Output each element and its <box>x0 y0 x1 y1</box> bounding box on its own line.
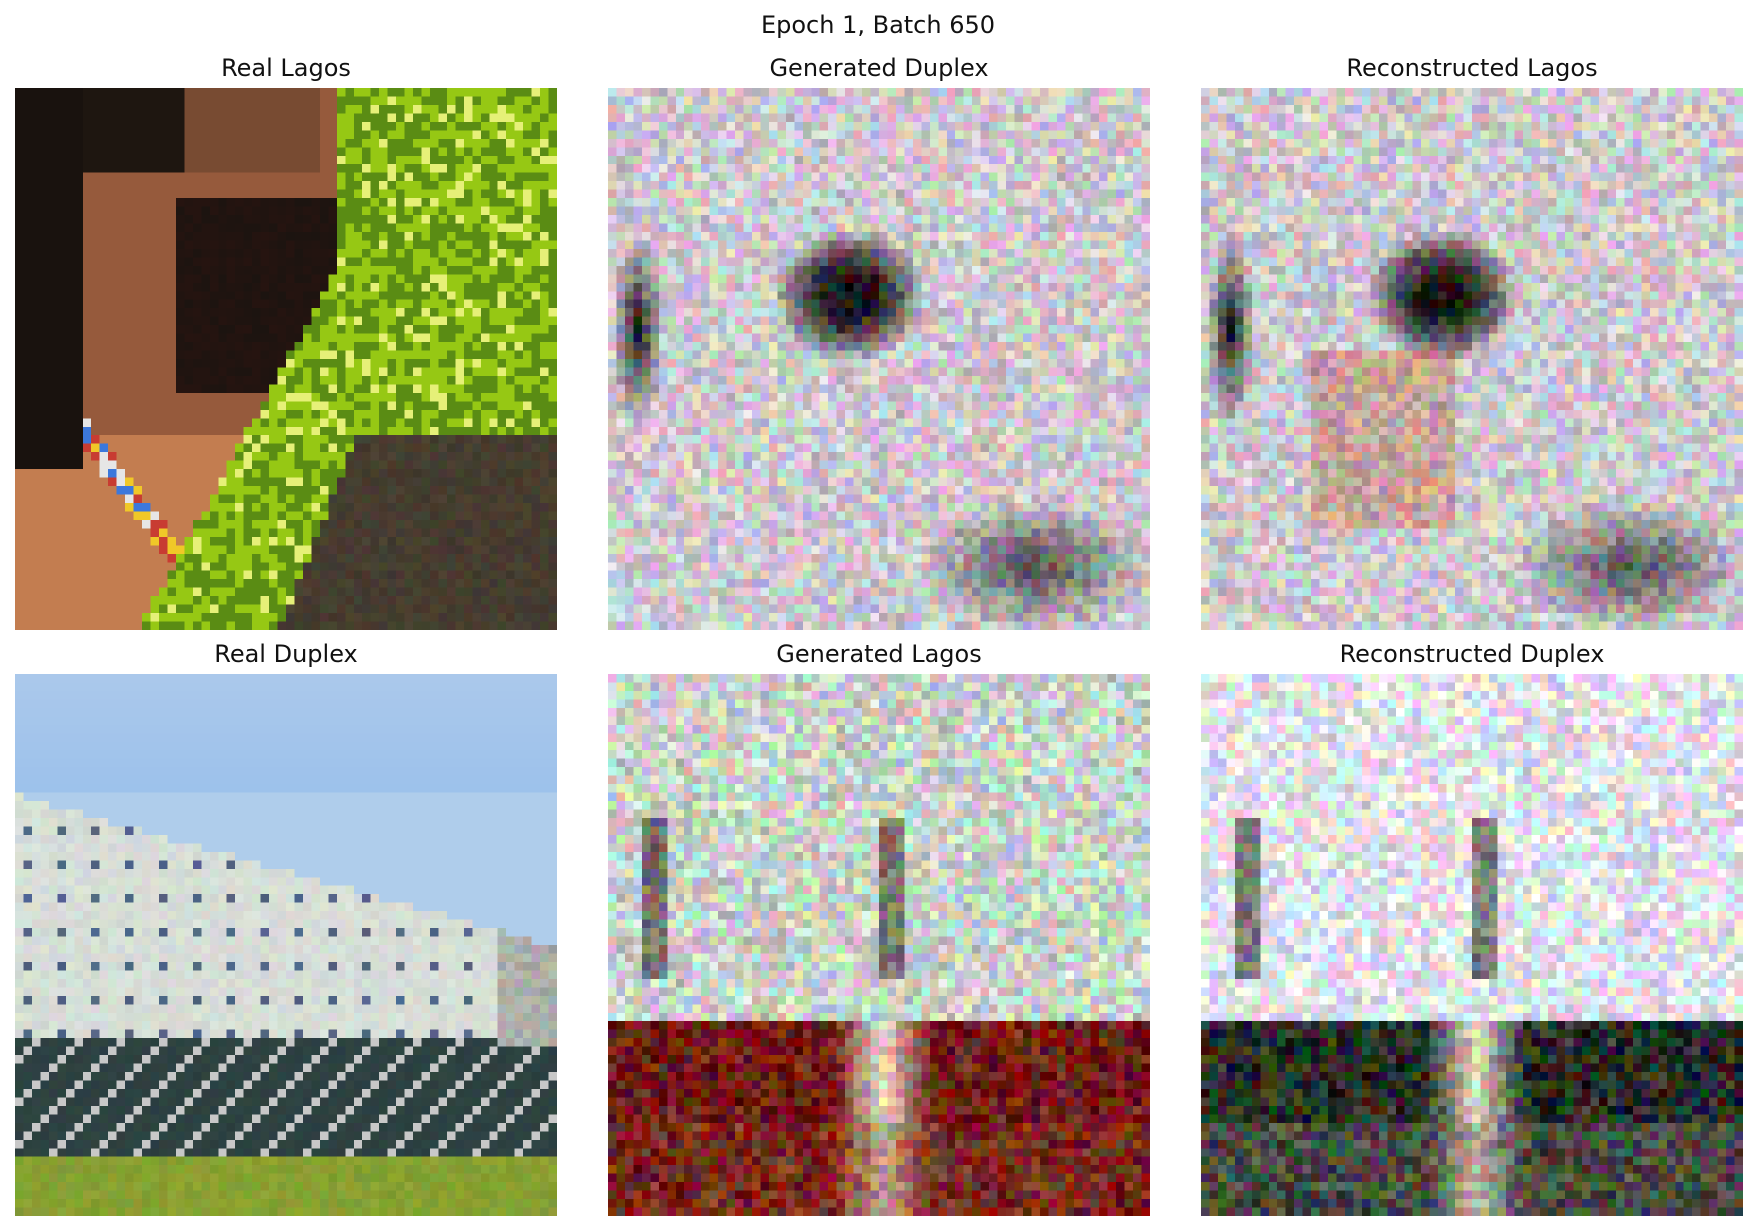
panel-real-lagos: Real Lagos <box>15 48 557 630</box>
panel-reconstructed-duplex: Reconstructed Duplex <box>1201 634 1743 1216</box>
panel-title: Real Lagos <box>221 54 351 82</box>
reconstructed-duplex-image <box>1201 674 1743 1216</box>
panel-reconstructed-lagos: Reconstructed Lagos <box>1201 48 1743 630</box>
panel-generated-duplex: Generated Duplex <box>608 48 1150 630</box>
figure-title: Epoch 1, Batch 650 <box>760 11 996 39</box>
panel-real-duplex: Real Duplex <box>15 634 557 1216</box>
panel-title: Generated Duplex <box>769 54 989 82</box>
panel-title: Real Duplex <box>214 640 358 668</box>
real-lagos-image <box>15 88 557 630</box>
panel-generated-lagos: Generated Lagos <box>608 634 1150 1216</box>
panel-title: Reconstructed Lagos <box>1346 54 1598 82</box>
real-duplex-image <box>15 674 557 1216</box>
generated-lagos-image <box>608 674 1150 1216</box>
generated-duplex-image <box>608 88 1150 630</box>
panel-title: Reconstructed Duplex <box>1339 640 1605 668</box>
panel-title: Generated Lagos <box>776 640 982 668</box>
reconstructed-lagos-image <box>1201 88 1743 630</box>
